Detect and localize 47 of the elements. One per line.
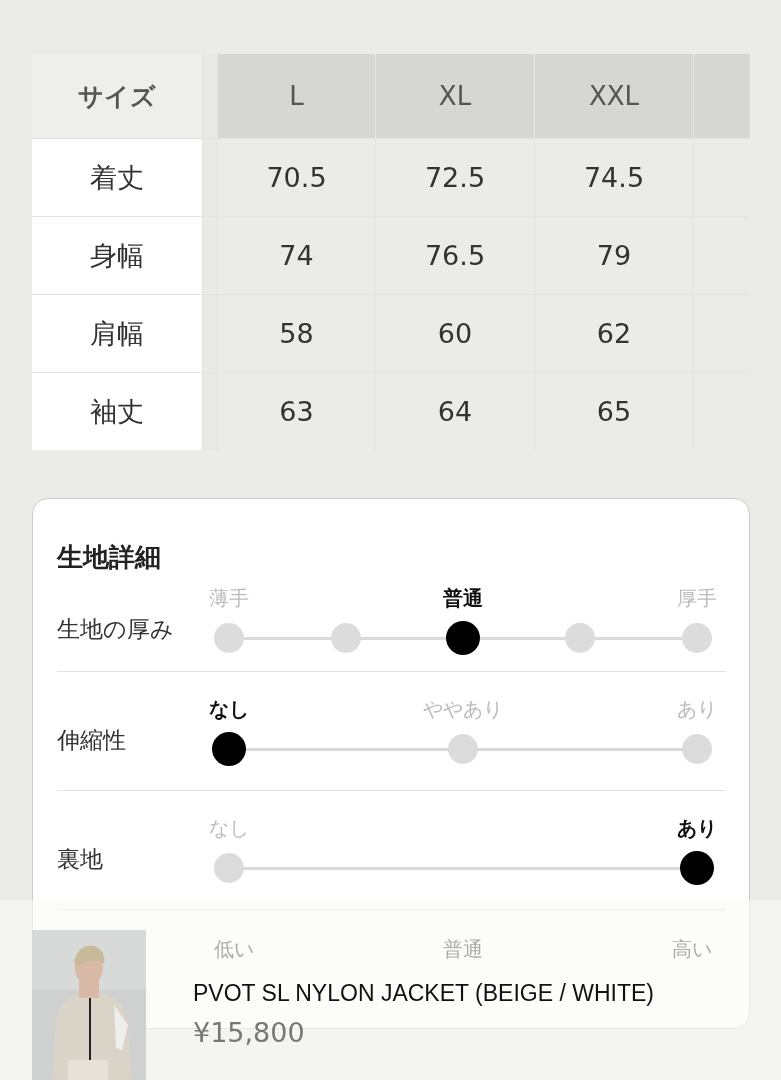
table-cell: 65 (535, 373, 693, 450)
scale-label: 普通 (443, 585, 483, 612)
scale-label: あり (677, 815, 717, 842)
scale-dot[interactable] (331, 623, 361, 653)
scale-dot[interactable] (214, 623, 244, 653)
table-cell: 79 (535, 217, 693, 294)
attribute-label: 伸縮性 (57, 726, 126, 753)
table-cell: 74.5 (535, 139, 693, 216)
table-cell: 70.5 (218, 139, 375, 216)
table-cell: 62 (535, 295, 693, 372)
header-cell: サイズ (32, 54, 202, 138)
scale-dot[interactable] (446, 621, 480, 655)
header-cell: XXL (535, 54, 693, 138)
row-label: 身幅 (32, 217, 202, 294)
table-cell: 74 (218, 217, 375, 294)
product-name[interactable]: PVOT SL NYLON JACKET (BEIGE / WHITE) (193, 980, 654, 1007)
header-cell: L (218, 54, 375, 138)
header-cell: XL (376, 54, 534, 138)
scale-dot[interactable] (682, 623, 712, 653)
scale-label: あり (677, 696, 717, 723)
scale-dot[interactable] (680, 851, 714, 885)
section-title: 生地詳細 (57, 541, 162, 574)
scale-label: 普通 (443, 936, 483, 963)
attribute-label: 生地の厚み (57, 615, 174, 642)
scale-label: なし (209, 815, 249, 842)
table-cell: 64 (376, 373, 534, 450)
scale-dot[interactable] (214, 853, 244, 883)
row-label: 袖丈 (32, 373, 202, 450)
scale-dot[interactable] (682, 734, 712, 764)
scale-label: 厚手 (677, 585, 717, 612)
row-label: 着丈 (32, 139, 202, 216)
attribute-label: 裏地 (57, 845, 103, 872)
scale-label: 薄手 (209, 585, 249, 612)
scale-label: ややあり (423, 696, 503, 723)
scale-label: 高い (672, 936, 712, 963)
scale-label: 低い (214, 936, 254, 963)
scale-dot[interactable] (565, 623, 595, 653)
table-cell: 76.5 (376, 217, 534, 294)
scale-label: なし (209, 696, 249, 723)
row-label: 肩幅 (32, 295, 202, 372)
table-cell: 60 (376, 295, 534, 372)
table-cell: 63 (218, 373, 375, 450)
scale-dot[interactable] (212, 732, 246, 766)
table-cell: 58 (218, 295, 375, 372)
scale-dot[interactable] (448, 734, 478, 764)
product-price: ¥15,800 (193, 1017, 306, 1048)
table-cell: 72.5 (376, 139, 534, 216)
